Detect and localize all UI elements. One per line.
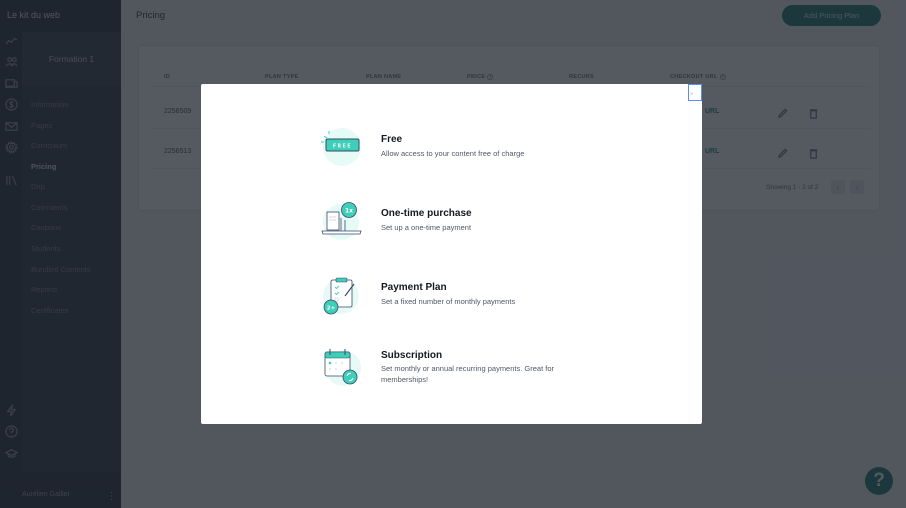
- plan-option-one-time-purchase[interactable]: 1x One-time purchase Set up a one-time p…: [319, 198, 619, 248]
- plan-option-subscription[interactable]: Subscription Set monthly or annual recur…: [319, 346, 619, 396]
- free-tag-icon: FREE: [321, 128, 361, 166]
- option-description: Allow access to your content free of cha…: [381, 149, 525, 158]
- option-title: One-time purchase: [381, 208, 472, 219]
- plan-type-modal: × FREE Free Allow access to your content…: [201, 84, 702, 424]
- option-description: Set a fixed number of monthly payments: [381, 297, 516, 306]
- option-description: Set up a one-time payment: [381, 223, 472, 232]
- payment-plan-clipboard-icon: 2+: [323, 277, 359, 315]
- option-description: Set monthly or annual recurring payments…: [381, 364, 554, 384]
- one-time-payment-icon: 1x: [321, 202, 362, 240]
- svg-text:FREE: FREE: [333, 144, 352, 150]
- option-title: Subscription: [381, 350, 443, 361]
- plan-option-free[interactable]: FREE Free Allow access to your content f…: [319, 126, 619, 176]
- subscription-calendar-icon: [324, 349, 361, 386]
- plan-option-payment-plan[interactable]: 2+ Payment Plan Set a fixed number of mo…: [319, 274, 619, 324]
- option-title: Payment Plan: [381, 282, 447, 293]
- svg-text:1x: 1x: [345, 208, 353, 215]
- option-title: Free: [381, 134, 403, 145]
- close-modal-button[interactable]: ×: [688, 84, 702, 101]
- svg-text:2+: 2+: [327, 306, 336, 312]
